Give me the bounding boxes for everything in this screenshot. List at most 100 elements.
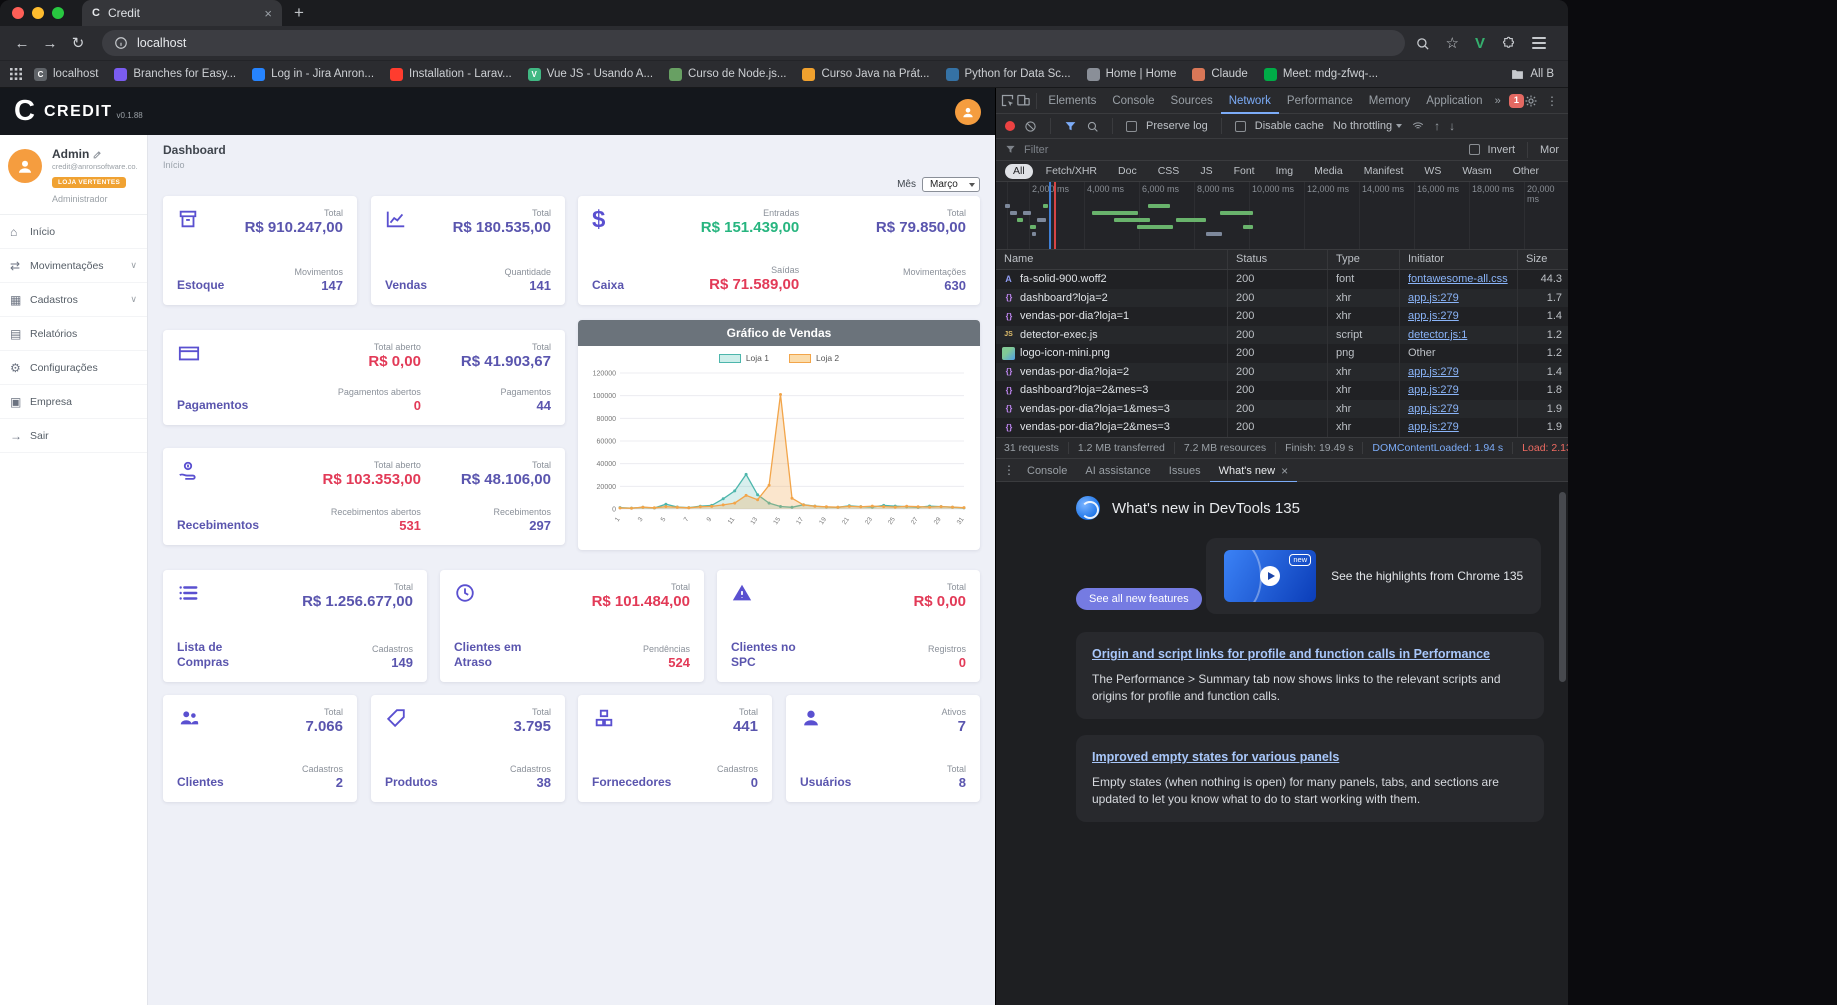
drawer-tab[interactable]: Issues × [1160, 459, 1210, 483]
devtools-tab[interactable]: Memory [1361, 88, 1419, 114]
devtools-tab[interactable]: Performance [1279, 88, 1361, 114]
request-type-chip[interactable]: JS [1192, 164, 1220, 179]
drawer-tab[interactable]: Console × [1018, 459, 1076, 483]
apps-grid-icon[interactable] [10, 68, 22, 80]
card-pagamentos[interactable]: Pagamentos Total aberto R$ 0,00 Pagamento… [163, 330, 565, 425]
maximize-window-button[interactable] [52, 7, 64, 19]
sidebar-menu-item[interactable]: ▦ Cadastros ∨ [0, 283, 147, 317]
bookmark-star-icon[interactable]: ☆ [1446, 34, 1459, 52]
disable-cache-checkbox[interactable] [1234, 120, 1246, 132]
request-type-chip[interactable]: Img [1268, 164, 1302, 179]
more-filters-button[interactable]: Mor [1540, 144, 1559, 156]
extensions-puzzle-icon[interactable] [1501, 36, 1516, 51]
devtools-tab[interactable]: Console [1104, 88, 1162, 114]
forward-button[interactable]: → [36, 29, 64, 57]
bookmark-item[interactable]: Home | Home [1079, 63, 1185, 85]
network-request-row[interactable]: vendas-por-dia?loja=1&mes=3 200 xhr app.… [996, 399, 1568, 418]
card-estoque[interactable]: Total R$ 910.247,00 Estoque Movimentos 147 [163, 196, 357, 305]
network-request-row[interactable]: detector-exec.js 200 script detector.js:… [996, 325, 1568, 344]
bookmark-item[interactable]: Meet: mdg-zfwq-... [1256, 63, 1386, 85]
bookmark-item[interactable]: Log in - Jira Anron... [244, 63, 382, 85]
network-conditions-icon[interactable] [1411, 120, 1425, 132]
sidebar-menu-item[interactable]: ⌂ Início ∨ [0, 215, 147, 249]
request-type-chip[interactable]: Font [1226, 164, 1263, 179]
filter-input[interactable]: Filter [1024, 144, 1048, 156]
network-request-row[interactable]: fa-solid-900.woff2 200 font fontawesome-… [996, 270, 1568, 289]
highlights-video-thumbnail[interactable]: new [1224, 550, 1317, 602]
all-bookmarks-button[interactable]: All B [1511, 68, 1558, 81]
legend-item[interactable]: Loja 1 [718, 353, 769, 363]
bookmark-item[interactable]: Python for Data Sc... [938, 63, 1079, 85]
throttling-select[interactable]: No throttling [1333, 120, 1403, 132]
column-header[interactable]: Size [1518, 250, 1568, 269]
see-all-features-button[interactable]: See all new features [1076, 588, 1202, 610]
card-fornecedores[interactable]: Total 441 Fornecedores Cadastros 0 [578, 695, 772, 802]
more-tabs-icon[interactable]: » [1491, 95, 1505, 107]
network-overview-timeline[interactable]: 2,000 ms 4,000 ms 6,000 ms 8,000 ms 10,000 m… [996, 182, 1568, 250]
request-type-chip[interactable]: Doc [1110, 164, 1145, 179]
close-window-button[interactable] [12, 7, 24, 19]
bookmark-item[interactable]: C localhost [26, 63, 106, 85]
clear-network-log-icon[interactable] [1024, 120, 1037, 133]
browser-tab-credit[interactable]: C Credit × [82, 0, 282, 26]
column-header[interactable]: Initiator [1400, 250, 1518, 269]
device-toolbar-icon[interactable] [1016, 89, 1032, 113]
search-icon[interactable] [1415, 36, 1430, 51]
drawer-kebab-menu-icon[interactable]: ⋮ [1000, 458, 1018, 482]
card-clientes-spc[interactable]: Total R$ 0,00 Clientes no SPC Registros 0 [717, 570, 980, 682]
bookmark-item[interactable]: Installation - Larav... [382, 63, 520, 85]
request-type-chip[interactable]: Other [1505, 164, 1547, 179]
filter-funnel-icon[interactable] [1064, 120, 1077, 133]
record-network-log-button[interactable] [1005, 121, 1015, 131]
column-header[interactable]: Type [1328, 250, 1400, 269]
request-type-chip[interactable]: All [1005, 163, 1033, 179]
back-button[interactable]: ← [8, 29, 36, 57]
header-avatar[interactable] [955, 98, 981, 125]
request-type-chip[interactable]: Media [1306, 164, 1351, 179]
reload-button[interactable]: ↻ [64, 29, 92, 57]
devtools-tab[interactable]: Sources [1163, 88, 1221, 114]
network-request-row[interactable]: vendas-por-dia?loja=2 200 xhr app.js:279… [996, 362, 1568, 381]
extension-v-icon[interactable]: V [1475, 35, 1485, 52]
browser-menu-icon[interactable] [1532, 37, 1546, 49]
network-search-icon[interactable] [1086, 120, 1099, 133]
inspect-element-icon[interactable] [1000, 89, 1016, 113]
address-bar[interactable]: localhost [102, 30, 1405, 56]
card-usuarios[interactable]: Ativos 7 Usuários Total 8 [786, 695, 980, 802]
sidebar-menu-item[interactable]: → Sair ∨ [0, 419, 147, 453]
bookmark-item[interactable]: Curso de Node.js... [661, 63, 794, 85]
card-caixa[interactable]: $ Caixa Entradas R$ 151.439,00 Saídas R$ 7… [578, 196, 980, 305]
sidebar-menu-item[interactable]: ⚙ Configurações ∨ [0, 351, 147, 385]
minimize-window-button[interactable] [32, 7, 44, 19]
close-tab-icon[interactable]: × [264, 6, 272, 21]
network-request-row[interactable]: logo-icon-mini.png 200 png Other 1.2 [996, 344, 1568, 363]
new-tab-button[interactable]: + [294, 3, 304, 23]
sidebar-menu-item[interactable]: ⇄ Movimentações ∨ [0, 249, 147, 283]
sidebar-menu-item[interactable]: ▣ Empresa ∨ [0, 385, 147, 419]
bookmark-item[interactable]: Claude [1184, 63, 1255, 85]
card-recebimentos[interactable]: Recebimentos Total aberto R$ 103.353,00 R… [163, 448, 565, 545]
sidebar-menu-item[interactable]: ▤ Relatórios ∨ [0, 317, 147, 351]
devtools-kebab-menu-icon[interactable]: ⋮ [1546, 94, 1558, 108]
card-vendas[interactable]: Total R$ 180.535,00 Vendas Quantidade 141 [371, 196, 565, 305]
card-clientes-atraso[interactable]: Total R$ 101.484,00 Clientes em Atraso Pe… [440, 570, 704, 682]
card-lista-compras[interactable]: Total R$ 1.256.677,00 Lista de Compras Ca… [163, 570, 427, 682]
feature-link[interactable]: Origin and script links for profile and … [1092, 647, 1490, 661]
column-header[interactable]: Name [996, 250, 1228, 269]
drawer-scrollbar[interactable] [1559, 492, 1566, 682]
bookmark-item[interactable]: Branches for Easy... [106, 63, 244, 85]
devtools-settings-gear-icon[interactable] [1524, 94, 1538, 108]
bookmark-item[interactable]: V Vue JS - Usando A... [520, 63, 661, 85]
invert-filter-checkbox[interactable] [1468, 144, 1480, 155]
close-drawer-tab-icon[interactable]: × [1281, 464, 1288, 478]
feature-link[interactable]: Improved empty states for various panels [1092, 750, 1339, 764]
export-har-icon[interactable]: ↓ [1449, 119, 1455, 133]
play-icon[interactable] [1260, 566, 1281, 586]
drawer-tab[interactable]: What's new × [1210, 459, 1298, 483]
column-header[interactable]: Status [1228, 250, 1328, 269]
highlights-card[interactable]: new See the highlights from Chrome 135 [1206, 538, 1542, 614]
bookmark-item[interactable]: Curso Java na Prát... [794, 63, 937, 85]
month-select[interactable]: Março [922, 177, 980, 192]
request-type-chip[interactable]: Fetch/XHR [1038, 164, 1105, 179]
edit-pencil-icon[interactable] [93, 150, 102, 159]
